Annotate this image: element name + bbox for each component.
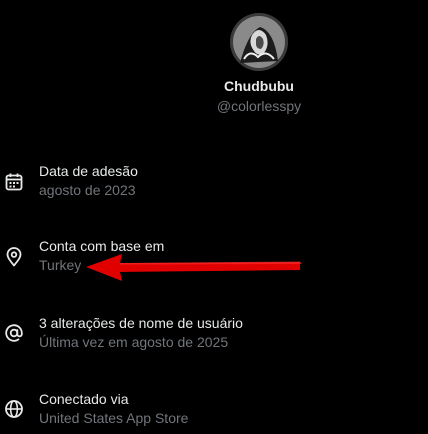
globe-icon xyxy=(4,399,24,419)
avatar[interactable] xyxy=(230,13,288,71)
join-date-row: Data de adesão agosto de 2023 xyxy=(0,163,428,203)
avatar-image xyxy=(230,13,288,71)
profile-header: Chudbubu @colorlesspy xyxy=(0,0,428,120)
connected-via-value: United States App Store xyxy=(39,410,189,426)
connected-via-label: Conectado via xyxy=(39,391,129,407)
location-pin-icon xyxy=(4,247,24,267)
at-sign-icon xyxy=(4,323,24,343)
username-handle: @colorlesspy xyxy=(216,98,302,114)
annotation-arrow xyxy=(86,254,302,281)
connected-via-row: Conectado via United States App Store xyxy=(0,391,428,431)
join-date-value: agosto de 2023 xyxy=(39,182,136,198)
username-changes-value: Última vez em agosto de 2025 xyxy=(39,334,229,350)
username-changes-label: 3 alterações de nome de usuário xyxy=(39,315,243,331)
username-changes-row: 3 alterações de nome de usuário Última v… xyxy=(0,315,428,355)
calendar-icon xyxy=(4,172,24,192)
account-location-value: Turkey xyxy=(39,257,82,273)
join-date-label: Data de adesão xyxy=(39,163,138,179)
display-name: Chudbubu xyxy=(224,78,294,94)
